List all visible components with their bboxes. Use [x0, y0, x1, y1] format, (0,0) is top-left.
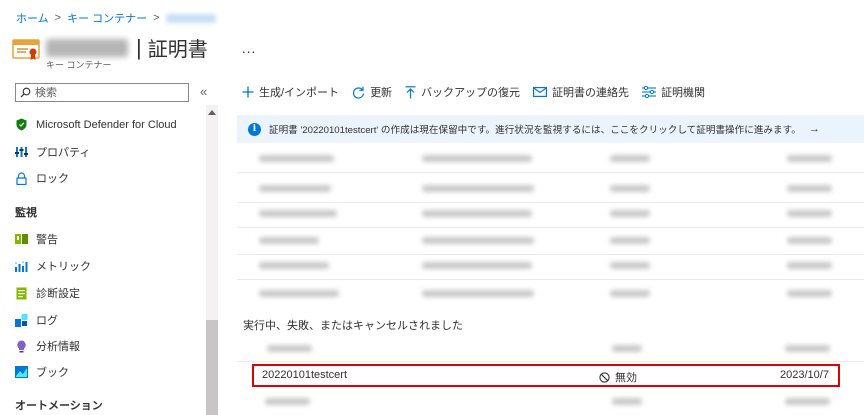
properties-icon: [15, 146, 28, 159]
sidebar-item-defender[interactable]: Microsoft Defender for Cloud: [15, 118, 177, 131]
sidebar-item-properties[interactable]: プロパティ: [15, 144, 90, 160]
sidebar-item-label: ロック: [36, 173, 69, 185]
title-separator: |: [136, 34, 142, 60]
sidebar-scrollbar-thumb[interactable]: [206, 320, 218, 415]
pending-operation-banner[interactable]: i 証明書 '20220101testcert' の作成は現在保留中です。進行状…: [237, 115, 864, 143]
breadcrumb-home[interactable]: ホーム: [16, 10, 49, 26]
certificate-date: 2023/10/7: [780, 369, 829, 381]
search-box[interactable]: [15, 83, 189, 102]
settings-sliders-icon: [642, 86, 657, 98]
breadcrumb-separator: >: [153, 12, 160, 24]
certificate-contacts-button[interactable]: 証明書の連絡先: [533, 84, 629, 100]
refresh-button[interactable]: 更新: [352, 84, 392, 100]
sidebar-item-label: メトリック: [36, 261, 91, 273]
table-row[interactable]: [237, 254, 864, 278]
in-progress-section-title: 実行中、失敗、またはキャンセルされました: [243, 320, 463, 332]
metrics-icon: [15, 260, 28, 273]
certificate-status: 無効: [599, 369, 637, 385]
certificate-icon: [12, 39, 40, 60]
table-row[interactable]: [237, 147, 864, 171]
row-divider: [237, 361, 864, 362]
sidebar-item-workbooks[interactable]: ブック: [15, 364, 69, 380]
collapse-sidebar-button[interactable]: «: [200, 84, 207, 99]
vault-name-redacted: [46, 38, 128, 57]
mail-icon: [533, 87, 548, 97]
table-row[interactable]: [237, 202, 864, 226]
sidebar-item-label: ログ: [36, 315, 58, 327]
refresh-icon: [352, 86, 365, 99]
table-row[interactable]: [237, 177, 864, 201]
table-row[interactable]: [237, 391, 864, 413]
restore-backup-button[interactable]: バックアップの復元: [405, 84, 520, 100]
breadcrumb-separator: >: [54, 12, 62, 24]
generate-import-button[interactable]: 生成/インポート: [242, 84, 339, 100]
sidebar-item-label: 分析情報: [36, 341, 80, 353]
search-icon: [20, 87, 31, 98]
sidebar-item-label: Microsoft Defender for Cloud: [36, 118, 177, 131]
sidebar-section-automation: オートメーション: [15, 400, 103, 412]
logs-icon: [15, 313, 28, 327]
sidebar-item-insights[interactable]: 分析情報: [15, 338, 80, 354]
certificate-list-redacted: [237, 145, 864, 305]
workbook-icon: [15, 366, 28, 379]
info-icon: i: [248, 122, 261, 136]
command-bar: 生成/インポート 更新 バックアップの復元 証明書の連絡先 証明機関: [242, 84, 705, 100]
insights-icon: [15, 340, 28, 353]
certificate-authorities-label: 証明機関: [661, 87, 706, 99]
certificate-name[interactable]: 20220101testcert: [262, 369, 347, 381]
upload-arrow-icon: [405, 85, 416, 99]
sidebar-item-label: 診断設定: [36, 288, 80, 300]
breadcrumb-vault-name-redacted[interactable]: [165, 13, 216, 23]
sidebar-item-label: 警告: [36, 234, 58, 246]
sidebar-item-label: ブック: [36, 367, 69, 379]
disabled-icon: [599, 371, 610, 383]
refresh-label: 更新: [370, 87, 393, 99]
banner-message: 証明書 '20220101testcert' の作成は現在保留中です。進行状況を…: [269, 125, 801, 136]
diagnostics-icon: [15, 287, 28, 300]
sidebar-item-label: プロパティ: [36, 147, 91, 159]
arrow-right-icon: →: [808, 123, 820, 135]
breadcrumb-key-vaults[interactable]: キー コンテナー: [67, 10, 147, 26]
search-input[interactable]: [35, 86, 175, 99]
certificate-authorities-button[interactable]: 証明機関: [642, 84, 705, 100]
breadcrumb: ホーム > キー コンテナー >: [16, 10, 216, 26]
table-row[interactable]: [237, 338, 864, 360]
sidebar-item-alerts[interactable]: 警告: [15, 231, 58, 247]
scroll-up-arrow-icon[interactable]: [208, 110, 216, 115]
more-options-button[interactable]: ...: [242, 40, 257, 56]
sidebar-item-diagnostic-settings[interactable]: 診断設定: [15, 285, 80, 301]
table-row[interactable]: [237, 229, 864, 253]
generate-import-label: 生成/インポート: [259, 87, 340, 99]
lock-icon: [15, 171, 28, 185]
table-row[interactable]: [237, 282, 864, 306]
restore-backup-label: バックアップの復元: [421, 87, 521, 99]
alert-icon: [15, 233, 28, 246]
page-subtitle: キー コンテナー: [46, 60, 112, 70]
shield-icon: [15, 118, 28, 131]
certificate-contacts-label: 証明書の連絡先: [552, 87, 630, 99]
plus-icon: [242, 86, 254, 98]
page-title: 証明書: [147, 39, 208, 61]
sidebar-section-monitoring: 監視: [15, 207, 37, 219]
sidebar-item-metrics[interactable]: メトリック: [15, 258, 91, 274]
certificate-status-label: 無効: [615, 372, 637, 384]
sidebar-item-locks[interactable]: ロック: [15, 170, 69, 186]
sidebar-item-logs[interactable]: ログ: [15, 312, 58, 328]
